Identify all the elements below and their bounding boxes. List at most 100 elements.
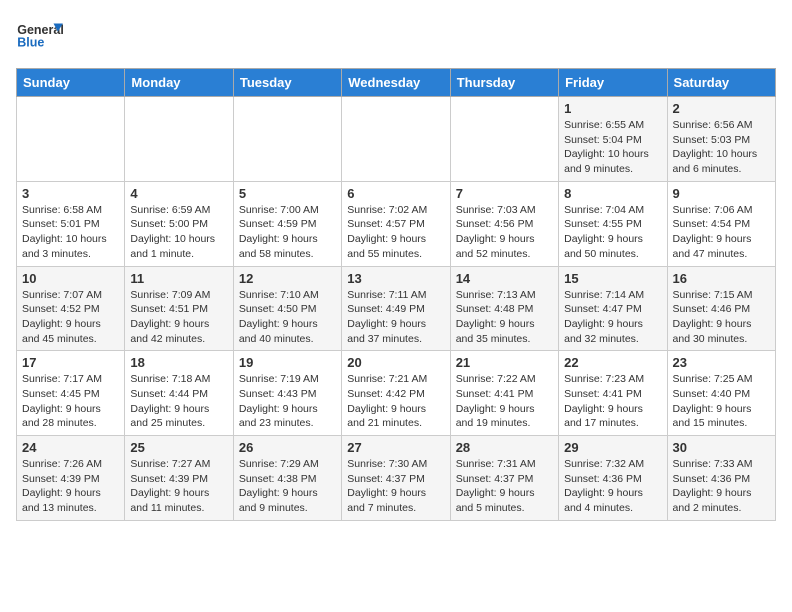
page-header: GeneralBlue — [16, 16, 776, 56]
day-info: Sunrise: 7:21 AM Sunset: 4:42 PM Dayligh… — [347, 372, 444, 431]
day-cell: 30 Sunrise: 7:33 AM Sunset: 4:36 PM Dayli… — [667, 436, 775, 521]
day-number: 16 — [673, 271, 770, 286]
day-info: Sunrise: 7:10 AM Sunset: 4:50 PM Dayligh… — [239, 288, 336, 347]
header-tuesday: Tuesday — [233, 69, 341, 97]
day-number: 13 — [347, 271, 444, 286]
day-info: Sunrise: 7:23 AM Sunset: 4:41 PM Dayligh… — [564, 372, 661, 431]
day-info: Sunrise: 7:26 AM Sunset: 4:39 PM Dayligh… — [22, 457, 119, 516]
day-cell: 12 Sunrise: 7:10 AM Sunset: 4:50 PM Dayli… — [233, 266, 341, 351]
day-cell — [17, 97, 125, 182]
calendar-header-row: SundayMondayTuesdayWednesdayThursdayFrid… — [17, 69, 776, 97]
day-number: 12 — [239, 271, 336, 286]
header-saturday: Saturday — [667, 69, 775, 97]
day-number: 18 — [130, 355, 227, 370]
day-cell: 5 Sunrise: 7:00 AM Sunset: 4:59 PM Daylig… — [233, 181, 341, 266]
day-cell — [125, 97, 233, 182]
day-number: 27 — [347, 440, 444, 455]
day-number: 14 — [456, 271, 553, 286]
day-info: Sunrise: 7:30 AM Sunset: 4:37 PM Dayligh… — [347, 457, 444, 516]
day-number: 17 — [22, 355, 119, 370]
header-wednesday: Wednesday — [342, 69, 450, 97]
day-number: 20 — [347, 355, 444, 370]
day-info: Sunrise: 6:59 AM Sunset: 5:00 PM Dayligh… — [130, 203, 227, 262]
day-number: 1 — [564, 101, 661, 116]
day-number: 4 — [130, 186, 227, 201]
day-cell: 8 Sunrise: 7:04 AM Sunset: 4:55 PM Daylig… — [559, 181, 667, 266]
day-cell: 15Sunrise: 7:14 AM Sunset: 4:47 PM Dayli… — [559, 266, 667, 351]
day-info: Sunrise: 7:07 AM Sunset: 4:52 PM Dayligh… — [22, 288, 119, 347]
day-number: 2 — [673, 101, 770, 116]
day-info: Sunrise: 6:56 AM Sunset: 5:03 PM Dayligh… — [673, 118, 770, 177]
day-cell: 19Sunrise: 7:19 AM Sunset: 4:43 PM Dayli… — [233, 351, 341, 436]
day-number: 6 — [347, 186, 444, 201]
day-cell — [233, 97, 341, 182]
day-cell — [342, 97, 450, 182]
day-cell: 11 Sunrise: 7:09 AM Sunset: 4:51 PM Dayli… — [125, 266, 233, 351]
day-number: 30 — [673, 440, 770, 455]
day-cell: 6 Sunrise: 7:02 AM Sunset: 4:57 PM Daylig… — [342, 181, 450, 266]
day-info: Sunrise: 7:29 AM Sunset: 4:38 PM Dayligh… — [239, 457, 336, 516]
day-cell: 14Sunrise: 7:13 AM Sunset: 4:48 PM Dayli… — [450, 266, 558, 351]
day-number: 10 — [22, 271, 119, 286]
week-row-4: 17 Sunrise: 7:17 AM Sunset: 4:45 PM Dayli… — [17, 351, 776, 436]
day-cell: 21Sunrise: 7:22 AM Sunset: 4:41 PM Dayli… — [450, 351, 558, 436]
day-info: Sunrise: 6:58 AM Sunset: 5:01 PM Dayligh… — [22, 203, 119, 262]
day-cell: 22 Sunrise: 7:23 AM Sunset: 4:41 PM Dayli… — [559, 351, 667, 436]
day-info: Sunrise: 7:31 AM Sunset: 4:37 PM Dayligh… — [456, 457, 553, 516]
day-cell — [450, 97, 558, 182]
day-info: Sunrise: 7:18 AM Sunset: 4:44 PM Dayligh… — [130, 372, 227, 431]
day-cell: 7Sunrise: 7:03 AM Sunset: 4:56 PM Daylig… — [450, 181, 558, 266]
day-number: 29 — [564, 440, 661, 455]
logo-svg: GeneralBlue — [16, 16, 66, 56]
day-info: Sunrise: 7:25 AM Sunset: 4:40 PM Dayligh… — [673, 372, 770, 431]
day-info: Sunrise: 7:04 AM Sunset: 4:55 PM Dayligh… — [564, 203, 661, 262]
day-cell: 4 Sunrise: 6:59 AM Sunset: 5:00 PM Daylig… — [125, 181, 233, 266]
day-cell: 13 Sunrise: 7:11 AM Sunset: 4:49 PM Dayli… — [342, 266, 450, 351]
day-number: 3 — [22, 186, 119, 201]
day-info: Sunrise: 6:55 AM Sunset: 5:04 PM Dayligh… — [564, 118, 661, 177]
day-cell: 16 Sunrise: 7:15 AM Sunset: 4:46 PM Dayli… — [667, 266, 775, 351]
day-number: 28 — [456, 440, 553, 455]
day-info: Sunrise: 7:02 AM Sunset: 4:57 PM Dayligh… — [347, 203, 444, 262]
day-info: Sunrise: 7:00 AM Sunset: 4:59 PM Dayligh… — [239, 203, 336, 262]
header-monday: Monday — [125, 69, 233, 97]
header-sunday: Sunday — [17, 69, 125, 97]
day-number: 26 — [239, 440, 336, 455]
day-cell: 23 Sunrise: 7:25 AM Sunset: 4:40 PM Dayli… — [667, 351, 775, 436]
day-number: 11 — [130, 271, 227, 286]
calendar-table: SundayMondayTuesdayWednesdayThursdayFrid… — [16, 68, 776, 521]
day-cell: 2 Sunrise: 6:56 AM Sunset: 5:03 PM Daylig… — [667, 97, 775, 182]
day-cell: 24 Sunrise: 7:26 AM Sunset: 4:39 PM Dayli… — [17, 436, 125, 521]
day-cell: 29 Sunrise: 7:32 AM Sunset: 4:36 PM Dayli… — [559, 436, 667, 521]
svg-text:Blue: Blue — [17, 36, 44, 50]
day-info: Sunrise: 7:32 AM Sunset: 4:36 PM Dayligh… — [564, 457, 661, 516]
day-number: 9 — [673, 186, 770, 201]
day-number: 15 — [564, 271, 661, 286]
day-cell: 26 Sunrise: 7:29 AM Sunset: 4:38 PM Dayli… — [233, 436, 341, 521]
day-number: 24 — [22, 440, 119, 455]
day-number: 5 — [239, 186, 336, 201]
logo: GeneralBlue — [16, 16, 66, 56]
day-number: 22 — [564, 355, 661, 370]
day-cell: 10 Sunrise: 7:07 AM Sunset: 4:52 PM Dayli… — [17, 266, 125, 351]
day-info: Sunrise: 7:33 AM Sunset: 4:36 PM Dayligh… — [673, 457, 770, 516]
day-number: 19 — [239, 355, 336, 370]
day-info: Sunrise: 7:11 AM Sunset: 4:49 PM Dayligh… — [347, 288, 444, 347]
week-row-1: 1 Sunrise: 6:55 AM Sunset: 5:04 PM Daylig… — [17, 97, 776, 182]
day-cell: 18 Sunrise: 7:18 AM Sunset: 4:44 PM Dayli… — [125, 351, 233, 436]
day-cell: 27 Sunrise: 7:30 AM Sunset: 4:37 PM Dayli… — [342, 436, 450, 521]
day-cell: 28 Sunrise: 7:31 AM Sunset: 4:37 PM Dayli… — [450, 436, 558, 521]
day-cell: 1 Sunrise: 6:55 AM Sunset: 5:04 PM Daylig… — [559, 97, 667, 182]
day-info: Sunrise: 7:27 AM Sunset: 4:39 PM Dayligh… — [130, 457, 227, 516]
day-number: 23 — [673, 355, 770, 370]
day-info: Sunrise: 7:17 AM Sunset: 4:45 PM Dayligh… — [22, 372, 119, 431]
day-number: 21 — [456, 355, 553, 370]
day-cell: 25Sunrise: 7:27 AM Sunset: 4:39 PM Dayli… — [125, 436, 233, 521]
day-info: Sunrise: 7:15 AM Sunset: 4:46 PM Dayligh… — [673, 288, 770, 347]
day-number: 8 — [564, 186, 661, 201]
day-cell: 17 Sunrise: 7:17 AM Sunset: 4:45 PM Dayli… — [17, 351, 125, 436]
day-cell: 9Sunrise: 7:06 AM Sunset: 4:54 PM Daylig… — [667, 181, 775, 266]
day-cell: 3 Sunrise: 6:58 AM Sunset: 5:01 PM Daylig… — [17, 181, 125, 266]
day-info: Sunrise: 7:09 AM Sunset: 4:51 PM Dayligh… — [130, 288, 227, 347]
day-number: 7 — [456, 186, 553, 201]
